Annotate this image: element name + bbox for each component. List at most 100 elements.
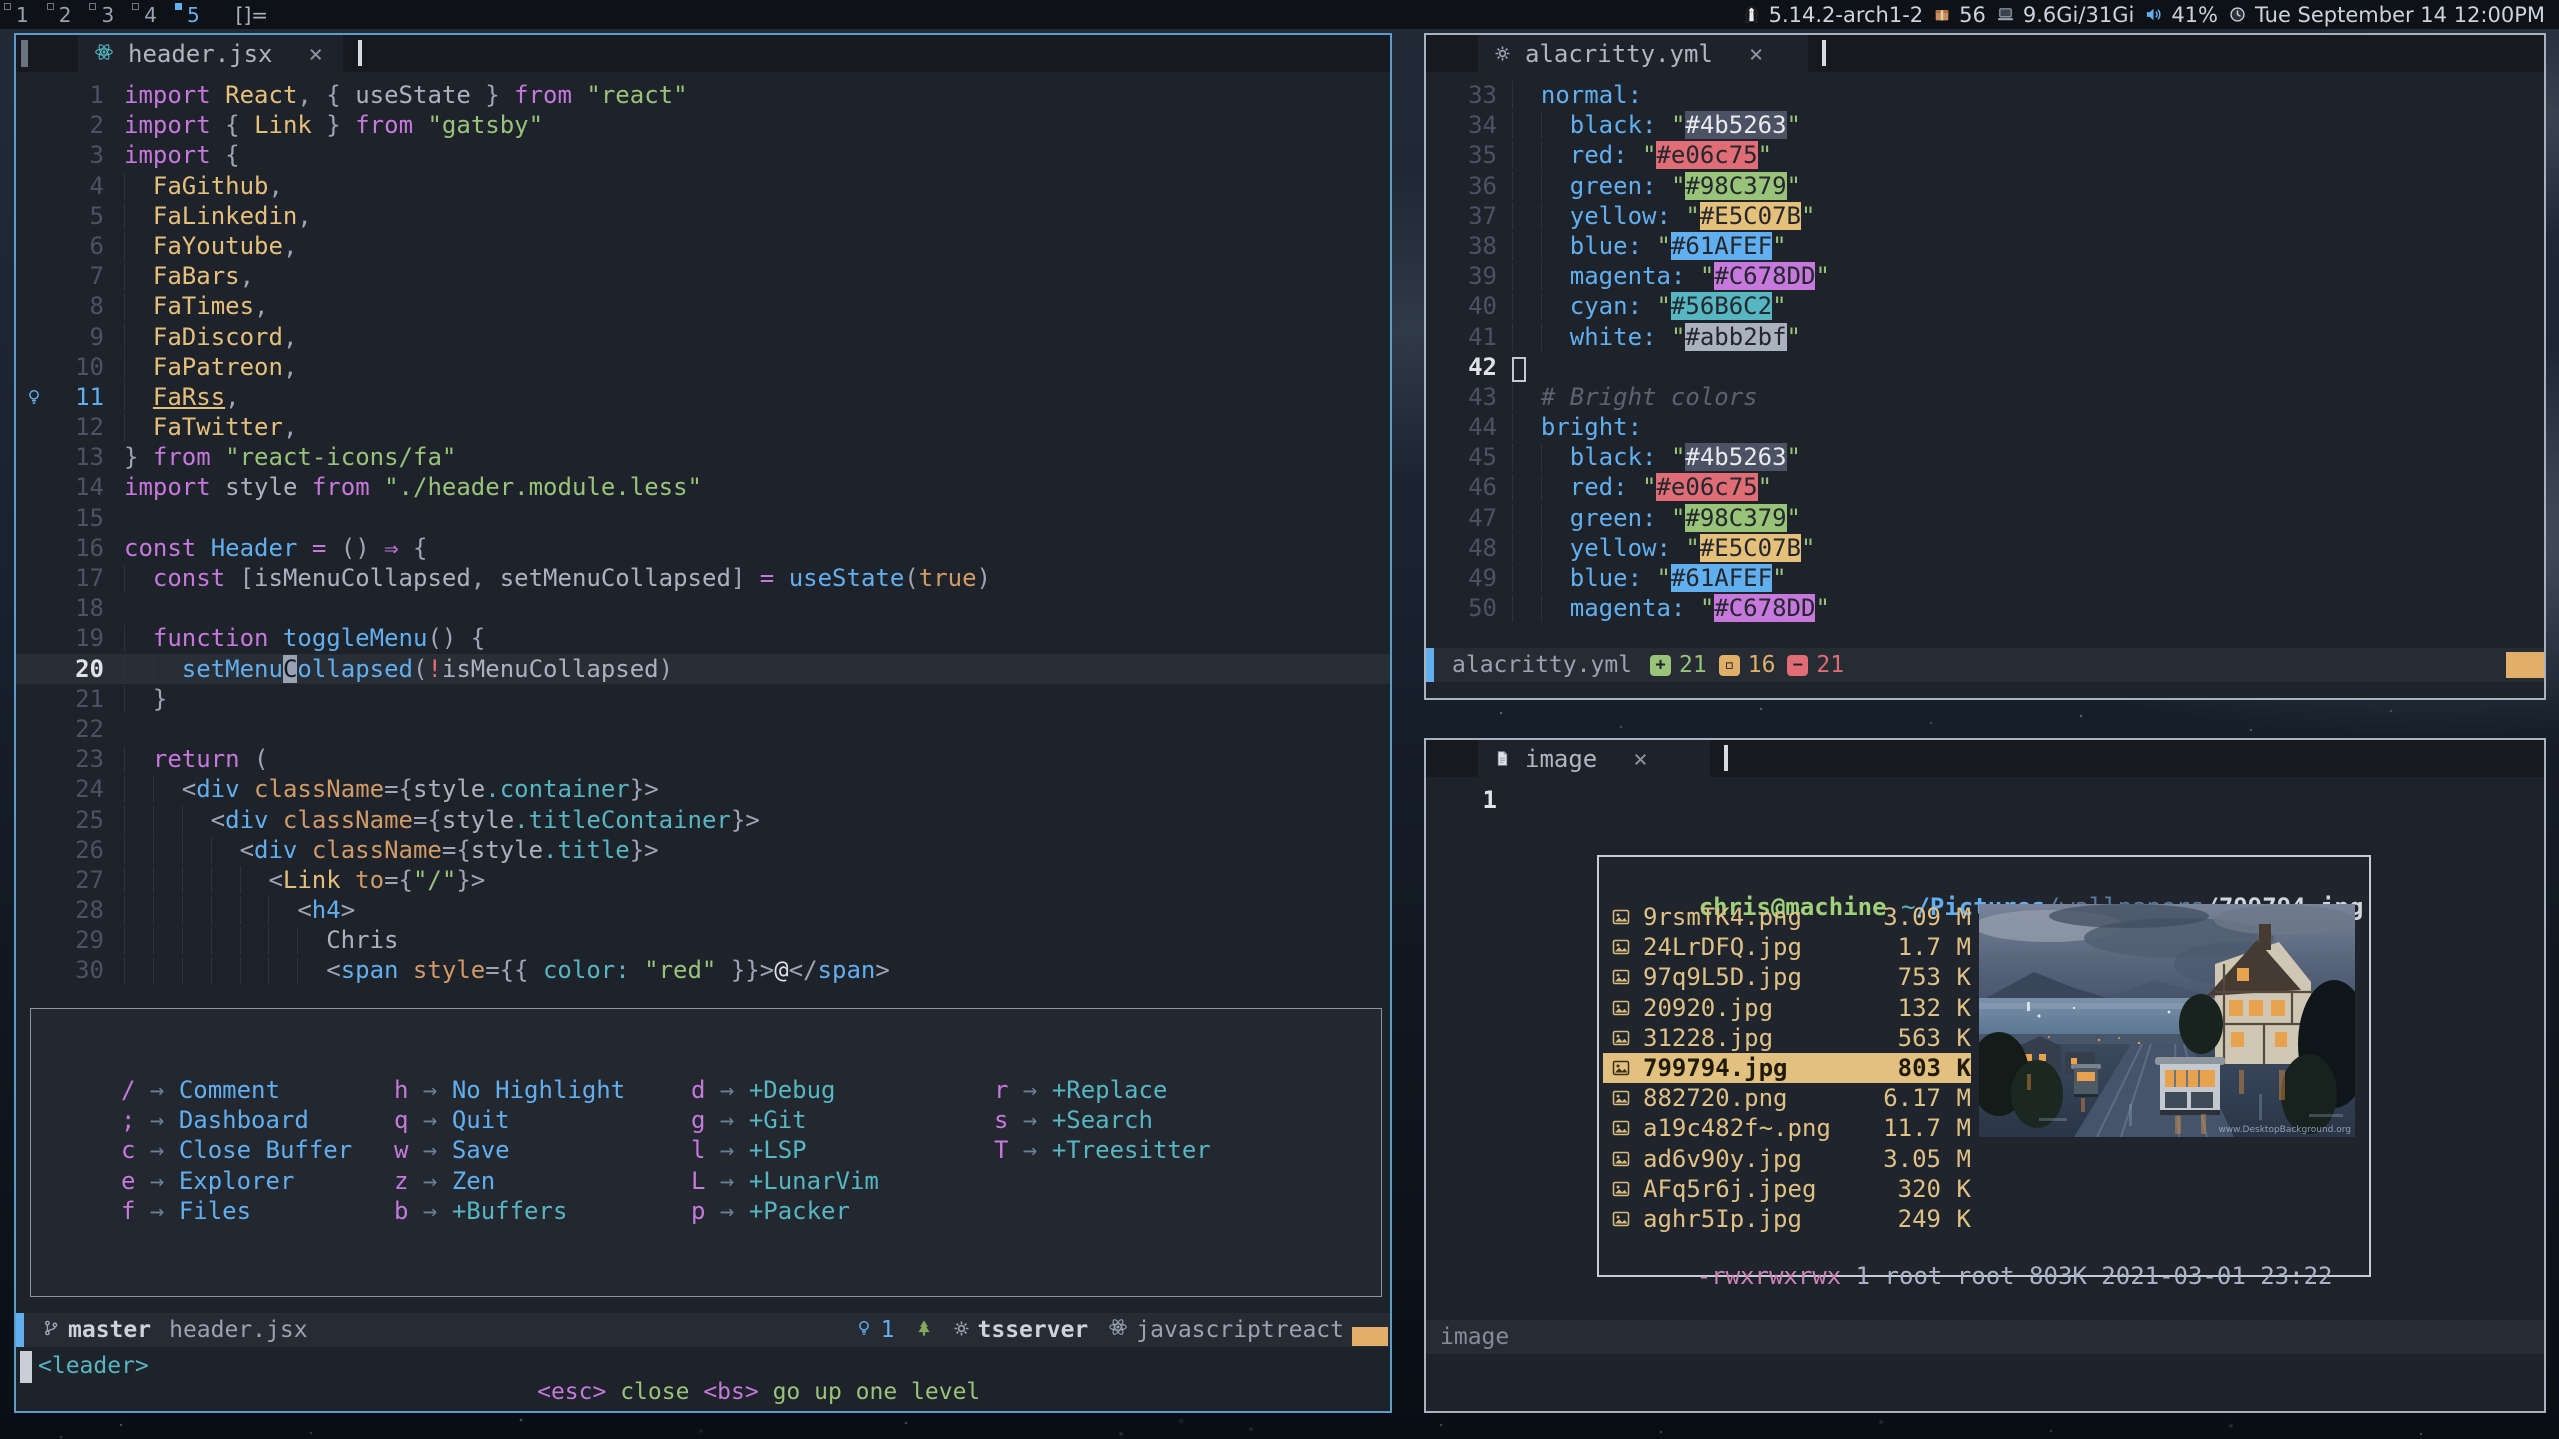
whichkey-binding-explorer[interactable]: e → Explorer bbox=[121, 1166, 352, 1196]
code-line-36[interactable]: 36green: "#98C379" bbox=[1426, 171, 2544, 201]
whichkey-binding--lunarvim[interactable]: L → +LunarVim bbox=[691, 1166, 879, 1196]
yaml-code-area[interactable]: 33normal:34black: "#4b5263"35red: "#e06c… bbox=[1426, 80, 2544, 623]
code-line-28[interactable]: 28<h4> bbox=[16, 895, 1390, 925]
tab-alacritty-yml[interactable]: alacritty.yml × bbox=[1478, 35, 1808, 72]
code-line-16[interactable]: 16const Header = () ⇒ { bbox=[16, 533, 1390, 563]
file-row-31228.jpg[interactable]: 31228.jpg563K bbox=[1603, 1023, 1971, 1053]
code-line-23[interactable]: 23return ( bbox=[16, 744, 1390, 774]
file-row-a19c482f~.png[interactable]: a19c482f~.png11.7M bbox=[1603, 1113, 1971, 1143]
code-line-15[interactable]: 15 bbox=[16, 503, 1390, 533]
whichkey-binding-dashboard[interactable]: ; → Dashboard bbox=[121, 1105, 352, 1135]
workspace-2[interactable]: 2 bbox=[43, 0, 86, 29]
file-name: aghr5Ip.jpg bbox=[1643, 1205, 1845, 1233]
whichkey-binding--treesitter[interactable]: T → +Treesitter bbox=[994, 1135, 1211, 1165]
file-row-20920.jpg[interactable]: 20920.jpg132K bbox=[1603, 993, 1971, 1023]
code-line-14[interactable]: 14import style from "./header.module.les… bbox=[16, 472, 1390, 502]
whichkey-binding-files[interactable]: f → Files bbox=[121, 1196, 352, 1226]
whichkey-binding--git[interactable]: g → +Git bbox=[691, 1105, 879, 1135]
code-line-20[interactable]: 20setMenuCollapsed(!isMenuCollapsed) bbox=[16, 654, 1390, 684]
code-line-29[interactable]: 29Chris bbox=[16, 925, 1390, 955]
code-line-42[interactable]: 42 bbox=[1426, 352, 2544, 382]
code-line-1[interactable]: 1import React, { useState } from "react" bbox=[16, 80, 1390, 110]
whichkey-binding-quit[interactable]: q → Quit bbox=[394, 1105, 625, 1135]
code-line-37[interactable]: 37yellow: "#E5C07B" bbox=[1426, 201, 2544, 231]
code-line-50[interactable]: 50magenta: "#C678DD" bbox=[1426, 593, 2544, 623]
workspace-5[interactable]: 5 bbox=[171, 0, 214, 29]
code-line-2[interactable]: 2import { Link } from "gatsby" bbox=[16, 110, 1390, 140]
whichkey-binding-no-highlight[interactable]: h → No Highlight bbox=[394, 1075, 625, 1105]
sign-column bbox=[1426, 412, 1446, 442]
code-line-17[interactable]: 17const [isMenuCollapsed, setMenuCollaps… bbox=[16, 563, 1390, 593]
code-line-5[interactable]: 5FaLinkedin, bbox=[16, 201, 1390, 231]
code-area[interactable]: 1import React, { useState } from "react"… bbox=[16, 80, 1390, 986]
tab-close-icon[interactable]: × bbox=[1633, 745, 1647, 773]
line-number: 13 bbox=[52, 442, 104, 472]
diagnostics-hint[interactable]: 1 bbox=[855, 1317, 895, 1343]
git-branch[interactable]: master bbox=[42, 1317, 151, 1343]
code-line-24[interactable]: 24<div className={style.container}> bbox=[16, 774, 1390, 804]
whichkey-binding--lsp[interactable]: l → +LSP bbox=[691, 1135, 879, 1165]
file-row-882720.png[interactable]: 882720.png6.17M bbox=[1603, 1083, 1971, 1113]
tab-close-icon[interactable]: × bbox=[309, 40, 323, 68]
code-line-27[interactable]: 27<Link to={"/"}> bbox=[16, 865, 1390, 895]
code-line-12[interactable]: 12FaTwitter, bbox=[16, 412, 1390, 442]
code-line-11[interactable]: 11FaRss, bbox=[16, 382, 1390, 412]
sign-column bbox=[1426, 110, 1446, 140]
code-line-6[interactable]: 6FaYoutube, bbox=[16, 231, 1390, 261]
image-code-area[interactable]: 1 bbox=[1426, 785, 2544, 815]
code-line-33[interactable]: 33normal: bbox=[1426, 80, 2544, 110]
code-line-44[interactable]: 44bright: bbox=[1426, 412, 2544, 442]
code-line-26[interactable]: 26<div className={style.title}> bbox=[16, 835, 1390, 865]
line-number: 22 bbox=[52, 714, 104, 744]
code-line-3[interactable]: 3import { bbox=[16, 140, 1390, 170]
file-row-24LrDFQ.jpg[interactable]: 24LrDFQ.jpg1.7M bbox=[1603, 932, 1971, 962]
whichkey-binding--debug[interactable]: d → +Debug bbox=[691, 1075, 879, 1105]
code-line-19[interactable]: 19function toggleMenu() { bbox=[16, 623, 1390, 653]
file-row-AFq5r6j.jpeg[interactable]: AFq5r6j.jpeg320K bbox=[1603, 1174, 1971, 1204]
whichkey-binding--packer[interactable]: p → +Packer bbox=[691, 1196, 879, 1226]
code-line-8[interactable]: 8FaTimes, bbox=[16, 291, 1390, 321]
code-line-39[interactable]: 39magenta: "#C678DD" bbox=[1426, 261, 2544, 291]
code-line-35[interactable]: 35red: "#e06c75" bbox=[1426, 140, 2544, 170]
code-line-9[interactable]: 9FaDiscord, bbox=[16, 322, 1390, 352]
code-line-21[interactable]: 21} bbox=[16, 684, 1390, 714]
file-row-9rsmTK4.png[interactable]: 9rsmTK4.png3.09M bbox=[1603, 902, 1971, 932]
whichkey-binding-save[interactable]: w → Save bbox=[394, 1135, 625, 1165]
tab-image[interactable]: image × bbox=[1478, 740, 1710, 777]
code-line-34[interactable]: 34black: "#4b5263" bbox=[1426, 110, 2544, 140]
code-line-25[interactable]: 25<div className={style.titleContainer}> bbox=[16, 805, 1390, 835]
code-line-45[interactable]: 45black: "#4b5263" bbox=[1426, 442, 2544, 472]
tab-header-jsx[interactable]: header.jsx × bbox=[78, 35, 343, 72]
code-line-18[interactable]: 18 bbox=[16, 593, 1390, 623]
layout-symbol[interactable]: []= bbox=[236, 3, 268, 27]
code-line-1[interactable]: 1 bbox=[1426, 785, 2544, 815]
code-line-13[interactable]: 13} from "react-icons/fa" bbox=[16, 442, 1390, 472]
workspace-1[interactable]: 1 bbox=[0, 0, 43, 29]
file-row-799794.jpg[interactable]: 799794.jpg803K bbox=[1603, 1053, 1971, 1083]
code-line-30[interactable]: 30<span style={{ color: "red" }}>@</span… bbox=[16, 955, 1390, 985]
code-line-43[interactable]: 43# Bright colors bbox=[1426, 382, 2544, 412]
whichkey-binding--replace[interactable]: r → +Replace bbox=[994, 1075, 1211, 1105]
whichkey-binding-zen[interactable]: z → Zen bbox=[394, 1166, 625, 1196]
code-line-48[interactable]: 48yellow: "#E5C07B" bbox=[1426, 533, 2544, 563]
whichkey-binding-close-buffer[interactable]: c → Close Buffer bbox=[121, 1135, 352, 1165]
whichkey-binding--search[interactable]: s → +Search bbox=[994, 1105, 1211, 1135]
whichkey-binding-comment[interactable]: / → Comment bbox=[121, 1075, 352, 1105]
tab-close-icon[interactable]: × bbox=[1749, 40, 1763, 68]
code-line-46[interactable]: 46red: "#e06c75" bbox=[1426, 472, 2544, 502]
file-row-ad6v90y.jpg[interactable]: ad6v90y.jpg3.05M bbox=[1603, 1144, 1971, 1174]
workspace-3[interactable]: 3 bbox=[85, 0, 128, 29]
workspace-4[interactable]: 4 bbox=[128, 0, 171, 29]
code-line-49[interactable]: 49blue: "#61AFEF" bbox=[1426, 563, 2544, 593]
code-line-10[interactable]: 10FaPatreon, bbox=[16, 352, 1390, 382]
code-line-47[interactable]: 47green: "#98C379" bbox=[1426, 503, 2544, 533]
code-line-40[interactable]: 40cyan: "#56B6C2" bbox=[1426, 291, 2544, 321]
code-line-22[interactable]: 22 bbox=[16, 714, 1390, 744]
code-line-4[interactable]: 4FaGithub, bbox=[16, 171, 1390, 201]
file-row-aghr5Ip.jpg[interactable]: aghr5Ip.jpg249K bbox=[1603, 1204, 1971, 1234]
code-line-38[interactable]: 38blue: "#61AFEF" bbox=[1426, 231, 2544, 261]
code-line-41[interactable]: 41white: "#abb2bf" bbox=[1426, 322, 2544, 352]
file-row-97q9L5D.jpg[interactable]: 97q9L5D.jpg753K bbox=[1603, 962, 1971, 992]
whichkey-binding--buffers[interactable]: b → +Buffers bbox=[394, 1196, 625, 1226]
code-line-7[interactable]: 7FaBars, bbox=[16, 261, 1390, 291]
